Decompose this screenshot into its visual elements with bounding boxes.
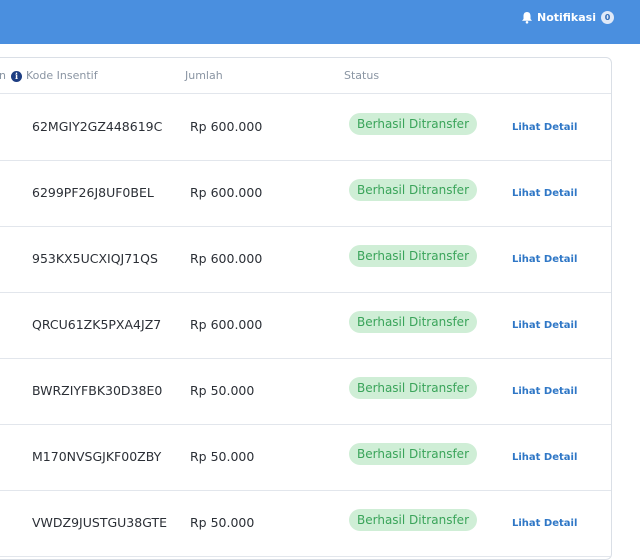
amount: Rp 50.000 xyxy=(190,449,255,464)
view-detail-link[interactable]: Lihat Detail xyxy=(512,386,577,397)
status-badge: Berhasil Ditransfer xyxy=(349,113,477,135)
incentive-code: 62MGIY2GZ448619C xyxy=(32,119,163,134)
amount: Rp 50.000 xyxy=(190,515,255,530)
column-header-truncated: n xyxy=(0,69,6,82)
amount: Rp 600.000 xyxy=(190,185,263,200)
notifications-button[interactable]: Notifikasi 0 xyxy=(521,10,614,24)
table-row: 953KX5UCXIQJ71QS Rp 600.000 Berhasil Ditra… xyxy=(0,227,611,293)
notifications-label: Notifikasi xyxy=(536,10,596,24)
column-header-kode-insentif: Kode Insentif xyxy=(26,69,98,82)
amount: Rp 600.000 xyxy=(190,317,263,332)
incentive-code: QRCU61ZK5PXA4JZ7 xyxy=(32,317,162,332)
status-badge: Berhasil Ditransfer xyxy=(349,311,477,333)
incentive-code: BWRZIYFBK30D38E0 xyxy=(32,383,163,398)
notification-count-badge: 0 xyxy=(601,10,614,24)
status-badge: Berhasil Ditransfer xyxy=(349,509,477,531)
table-header: n i Kode Insentif Jumlah Status xyxy=(0,58,611,94)
view-detail-link[interactable]: Lihat Detail xyxy=(512,452,577,463)
amount: Rp 600.000 xyxy=(190,251,263,266)
incentive-table-card: n i Kode Insentif Jumlah Status 62MGIY2G… xyxy=(0,57,612,560)
column-header-jumlah: Jumlah xyxy=(185,69,223,82)
incentive-code: M170NVSGJKF00ZBY xyxy=(32,449,162,464)
incentive-code: 953KX5UCXIQJ71QS xyxy=(32,251,158,266)
status-badge: Berhasil Ditransfer xyxy=(349,179,477,201)
table-row: BWRZIYFBK30D38E0 Rp 50.000 Berhasil Ditran… xyxy=(0,359,611,425)
status-badge: Berhasil Ditransfer xyxy=(349,443,477,465)
view-detail-link[interactable]: Lihat Detail xyxy=(512,188,577,199)
table-row: 62MGIY2GZ448619C Rp 600.000 Berhasil Ditra… xyxy=(0,95,611,161)
incentive-code: 6299PF26J8UF0BEL xyxy=(32,185,154,200)
table-row: VWDZ9JUSTGU38GTE Rp 50.000 Berhasil Ditran… xyxy=(0,491,611,557)
incentive-code: VWDZ9JUSTGU38GTE xyxy=(32,515,167,530)
table-row: QRCU61ZK5PXA4JZ7 Rp 600.000 Berhasil Ditra… xyxy=(0,293,611,359)
table-row: 6299PF26J8UF0BEL Rp 600.000 Berhasil Ditra… xyxy=(0,161,611,227)
status-badge: Berhasil Ditransfer xyxy=(349,245,477,267)
top-navbar: Notifikasi 0 xyxy=(0,0,640,44)
column-header-status: Status xyxy=(344,69,380,82)
bell-icon xyxy=(521,11,532,24)
status-badge: Berhasil Ditransfer xyxy=(349,377,477,399)
table-row: M170NVSGJKF00ZBY Rp 50.000 Berhasil Ditran… xyxy=(0,425,611,491)
view-detail-link[interactable]: Lihat Detail xyxy=(512,518,577,529)
view-detail-link[interactable]: Lihat Detail xyxy=(512,320,577,331)
info-icon[interactable]: i xyxy=(11,71,22,82)
amount: Rp 600.000 xyxy=(190,119,263,134)
amount: Rp 50.000 xyxy=(190,383,255,398)
view-detail-link[interactable]: Lihat Detail xyxy=(512,122,577,133)
view-detail-link[interactable]: Lihat Detail xyxy=(512,254,577,265)
